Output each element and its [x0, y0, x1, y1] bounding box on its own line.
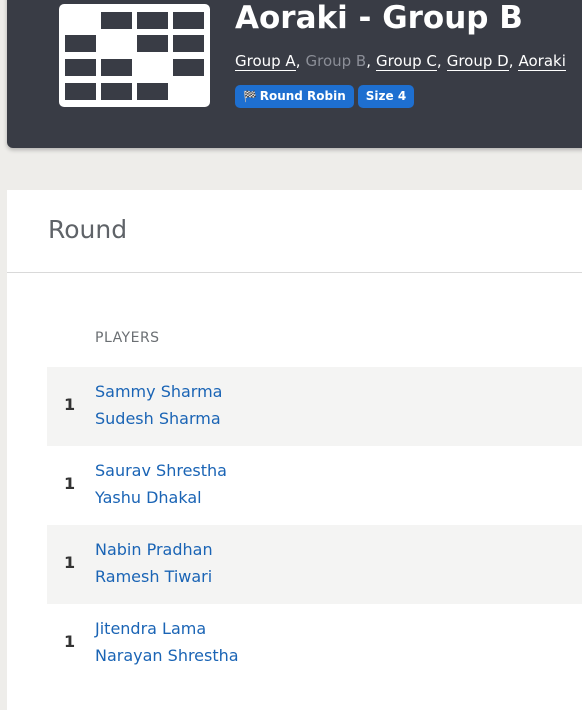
- event-header: Aoraki - Group B Group A, Group B, Group C…: [7, 0, 582, 148]
- player-link[interactable]: Sudesh Sharma: [95, 409, 221, 428]
- event-link-aoraki[interactable]: Aoraki: [518, 52, 566, 71]
- group-link-c[interactable]: Group C: [376, 52, 437, 71]
- player-link[interactable]: Saurav Shrestha: [95, 461, 227, 480]
- divider: [7, 272, 582, 273]
- player-link[interactable]: Jitendra Lama: [95, 619, 206, 638]
- checkered-flag-icon: 🏁: [243, 90, 257, 103]
- page-title: Aoraki - Group B: [235, 0, 523, 36]
- player-link[interactable]: Sammy Sharma: [95, 382, 222, 401]
- round-card: Round PLAYERS 1 Sammy Sharma Sudesh Shar…: [7, 190, 582, 710]
- player-link[interactable]: Yashu Dhakal: [95, 488, 202, 507]
- table-row: 1 Sammy Sharma Sudesh Sharma: [47, 367, 582, 446]
- row-number: 1: [64, 553, 76, 572]
- badge-row: 🏁 Round Robin Size 4: [235, 85, 418, 108]
- players-column-header: PLAYERS: [95, 330, 160, 346]
- row-number: 1: [64, 632, 76, 651]
- group-link-a[interactable]: Group A: [235, 52, 296, 71]
- group-links: Group A, Group B, Group C, Group D, Aoraki: [235, 52, 566, 71]
- bracket-logo-icon: [59, 4, 210, 107]
- row-number: 1: [64, 395, 76, 414]
- group-link-d[interactable]: Group D: [446, 52, 509, 71]
- format-badge: 🏁 Round Robin: [235, 85, 354, 108]
- table-row: 1 Saurav Shrestha Yashu Dhakal: [47, 446, 582, 525]
- row-number: 1: [64, 474, 76, 493]
- size-badge: Size 4: [357, 85, 415, 108]
- table-row: 1 Nabin Pradhan Ramesh Tiwari: [47, 525, 582, 604]
- round-title: Round: [48, 215, 128, 244]
- player-link[interactable]: Narayan Shrestha: [95, 646, 239, 665]
- table-row: 1 Jitendra Lama Narayan Shrestha: [47, 604, 582, 683]
- player-link[interactable]: Ramesh Tiwari: [95, 567, 212, 586]
- group-link-b-current: Group B: [305, 52, 367, 70]
- player-link[interactable]: Nabin Pradhan: [95, 540, 213, 559]
- format-badge-label: Round Robin: [259, 89, 346, 103]
